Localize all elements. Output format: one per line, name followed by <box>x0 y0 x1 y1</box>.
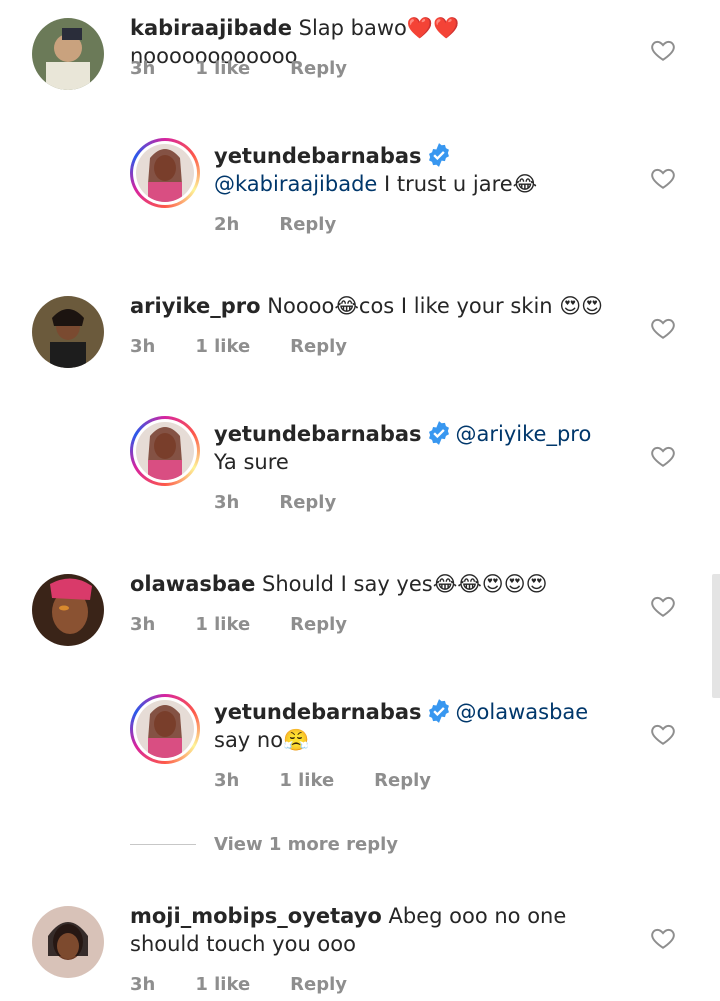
reply-button[interactable]: Reply <box>290 974 347 995</box>
avatar-story-ring[interactable] <box>130 138 200 208</box>
heart-outline-icon[interactable] <box>650 315 676 341</box>
avatar[interactable] <box>32 18 104 90</box>
comment-username[interactable]: yetundebarnabas <box>214 144 422 168</box>
comment-text: olawasbae Should I say yes😂😂😍😍😍 <box>130 570 630 598</box>
comment-meta: 3h 1 like Reply <box>130 336 347 357</box>
comment-meta: 3h 1 like Reply <box>130 974 347 995</box>
heart-outline-icon[interactable] <box>650 37 676 63</box>
comment-time: 3h <box>130 336 156 357</box>
comment-username[interactable]: kabiraajibade <box>130 16 292 40</box>
comment-username[interactable]: olawasbae <box>130 572 255 596</box>
avatar[interactable] <box>32 906 104 978</box>
comment-time: 3h <box>130 974 156 995</box>
verified-badge-icon <box>428 143 449 167</box>
mention-link[interactable]: @ariyike_pro <box>456 422 592 446</box>
avatar[interactable] <box>32 574 104 646</box>
like-count[interactable]: 1 like <box>195 614 250 635</box>
comment-text: yetundebarnabas @ariyike_pro Ya sure <box>214 420 614 476</box>
avatar[interactable] <box>32 296 104 368</box>
comment-text: moji_mobips_oyetayo Abeg ooo no one shou… <box>130 902 620 958</box>
heart-outline-icon[interactable] <box>650 593 676 619</box>
comment-body: Should I say yes😂😂😍😍😍 <box>262 572 548 596</box>
comment-body: say no😤 <box>214 728 310 752</box>
like-count[interactable]: 1 like <box>279 770 334 791</box>
heart-outline-icon[interactable] <box>650 443 676 469</box>
comment-username[interactable]: moji_mobips_oyetayo <box>130 904 382 928</box>
mention-link[interactable]: @kabiraajibade <box>214 172 377 196</box>
mention-link[interactable]: @olawasbae <box>456 700 589 724</box>
comment-time: 3h <box>130 614 156 635</box>
avatar <box>136 700 194 758</box>
comment-username[interactable]: yetundebarnabas <box>214 422 422 446</box>
comment-body: Ya sure <box>214 450 289 474</box>
divider-line <box>130 844 196 845</box>
comment-meta: 3h 1 like Reply <box>214 770 431 791</box>
comment-body: Noooo😂cos I like your skin 😍😍 <box>267 294 604 318</box>
comment-meta: 2h Reply <box>214 214 336 235</box>
avatar <box>136 422 194 480</box>
comment-text: yetundebarnabas @kabiraajibade I trust u … <box>214 142 614 198</box>
heart-outline-icon[interactable] <box>650 925 676 951</box>
comment-time: 3h <box>214 770 240 791</box>
like-count[interactable]: 1 like <box>195 336 250 357</box>
scrollbar[interactable] <box>712 574 720 698</box>
avatar-story-ring[interactable] <box>130 416 200 486</box>
reply-button[interactable]: Reply <box>290 614 347 635</box>
comment-username[interactable]: ariyike_pro <box>130 294 261 318</box>
reply-button[interactable]: Reply <box>290 58 347 79</box>
comment-body: I trust u jare😂 <box>377 172 538 196</box>
comment-meta: 3h Reply <box>214 492 336 513</box>
comment-meta: 3h 1 like Reply <box>130 614 347 635</box>
view-more-label: View 1 more reply <box>214 834 399 855</box>
comment-time: 3h <box>214 492 240 513</box>
reply-button[interactable]: Reply <box>279 492 336 513</box>
comment-username[interactable]: yetundebarnabas <box>214 700 422 724</box>
comment-meta: 3h 1 like Reply <box>130 58 347 79</box>
comment-text: ariyike_pro Noooo😂cos I like your skin 😍… <box>130 292 630 320</box>
heart-outline-icon[interactable] <box>650 721 676 747</box>
comment-text: yetundebarnabas @olawasbae say no😤 <box>214 698 614 754</box>
avatar <box>136 144 194 202</box>
verified-badge-icon <box>428 421 449 445</box>
verified-badge-icon <box>428 699 449 723</box>
reply-button[interactable]: Reply <box>279 214 336 235</box>
reply-button[interactable]: Reply <box>374 770 431 791</box>
heart-outline-icon[interactable] <box>650 165 676 191</box>
comment-time: 2h <box>214 214 240 235</box>
like-count[interactable]: 1 like <box>195 974 250 995</box>
like-count[interactable]: 1 like <box>195 58 250 79</box>
comment-time: 3h <box>130 58 156 79</box>
reply-button[interactable]: Reply <box>290 336 347 357</box>
avatar-story-ring[interactable] <box>130 694 200 764</box>
view-more-replies-button[interactable]: View 1 more reply <box>130 834 398 855</box>
